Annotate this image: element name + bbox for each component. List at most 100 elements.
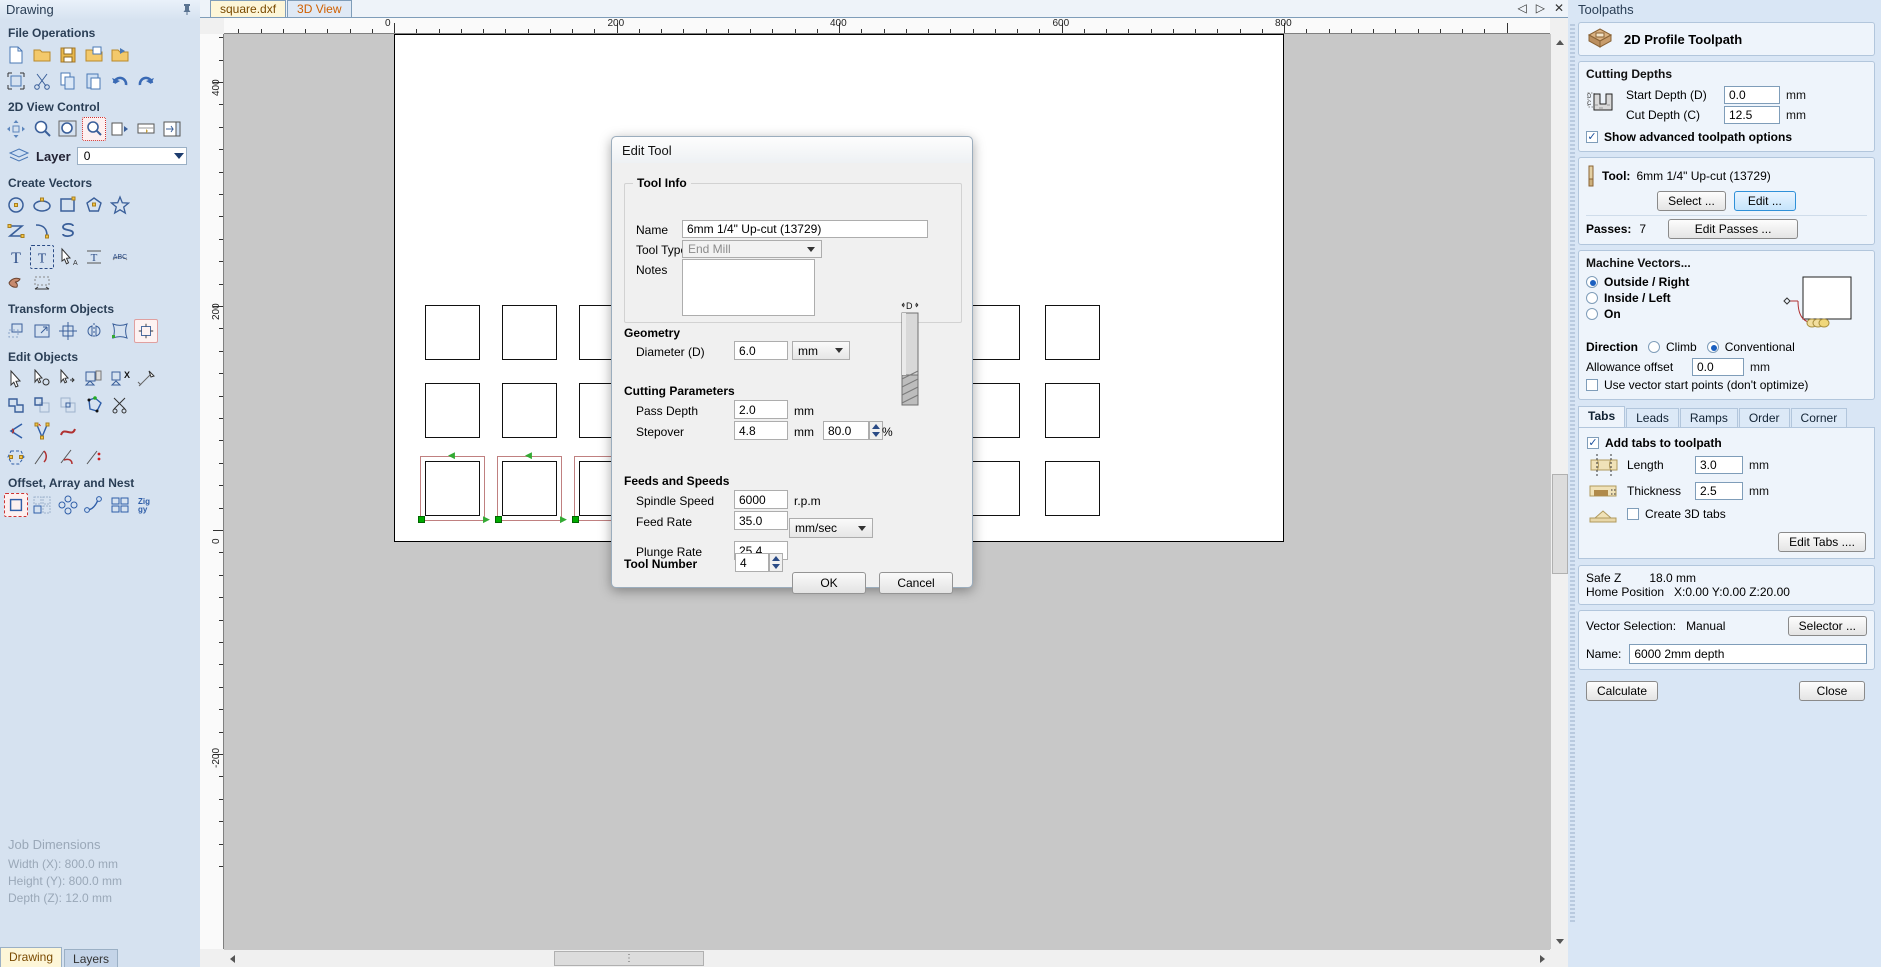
sidebar-tab-drawing[interactable]: Drawing: [0, 947, 63, 967]
machine-vectors-option-on[interactable]: On: [1586, 307, 1777, 321]
machine-vectors-option-outside[interactable]: Outside / Right: [1586, 275, 1777, 289]
tool-number-input[interactable]: 4: [735, 553, 769, 572]
pin-icon[interactable]: [182, 3, 192, 15]
new-file-icon[interactable]: [4, 43, 28, 67]
cut-depth-input[interactable]: 12.5: [1724, 106, 1780, 124]
text-icon[interactable]: T: [4, 245, 28, 269]
pan-icon[interactable]: [4, 117, 28, 141]
direction-conventional[interactable]: Conventional: [1706, 340, 1795, 354]
text-box-icon[interactable]: T: [30, 245, 54, 269]
machine-vectors-option-inside[interactable]: Inside / Left: [1586, 291, 1777, 305]
curve-icon[interactable]: [56, 219, 80, 243]
vector-square[interactable]: [502, 383, 557, 438]
zoom-fit-icon[interactable]: [134, 117, 158, 141]
distort-icon[interactable]: [108, 319, 132, 343]
add-tabs-checkbox[interactable]: [1587, 437, 1599, 449]
node-edit-icon[interactable]: [4, 367, 28, 391]
text-arc-icon[interactable]: ABC: [108, 245, 132, 269]
scale-icon[interactable]: [30, 319, 54, 343]
document-tab-square-dxf[interactable]: square.dxf: [210, 0, 287, 17]
radio-on[interactable]: [1586, 308, 1598, 320]
create-3d-tabs-checkbox[interactable]: [1627, 508, 1639, 520]
ok-button[interactable]: OK: [792, 572, 866, 594]
rotate-icon[interactable]: [56, 319, 80, 343]
curve-fit-icon[interactable]: [56, 445, 80, 469]
start-depth-input[interactable]: 0.0: [1724, 86, 1780, 104]
vertical-scrollbar[interactable]: [1550, 34, 1569, 949]
close-vector-icon[interactable]: X: [108, 367, 132, 391]
direction-climb[interactable]: Climb: [1648, 340, 1697, 354]
panel-grip[interactable]: [1570, 24, 1575, 924]
tab-corner[interactable]: Corner: [1790, 408, 1848, 427]
zoom-extents-icon[interactable]: [56, 117, 80, 141]
vertical-ruler[interactable]: 400 200 0 -200: [200, 34, 224, 949]
tab-prev-icon[interactable]: ◁: [1517, 1, 1526, 15]
align-icon[interactable]: [134, 319, 158, 343]
ellipse-icon[interactable]: [30, 193, 54, 217]
text-select-icon[interactable]: AB: [56, 245, 80, 269]
rate-unit-select[interactable]: mm/sec: [789, 518, 873, 538]
pass-depth-input[interactable]: 2.0: [734, 400, 788, 419]
horizontal-scroll-thumb[interactable]: ⋮: [554, 951, 704, 966]
trace-bitmap-icon[interactable]: [4, 271, 28, 295]
show-advanced-checkbox[interactable]: [1586, 131, 1598, 143]
stepover-percent-input[interactable]: 80.0: [823, 421, 869, 440]
copy-along-curve-icon[interactable]: [82, 493, 106, 517]
move-icon[interactable]: [4, 319, 28, 343]
scroll-left-button[interactable]: [224, 950, 240, 967]
sidebar-tab-layers[interactable]: Layers: [64, 949, 119, 967]
notes-textarea[interactable]: [682, 259, 815, 316]
chevron-down-icon[interactable]: [807, 246, 815, 252]
copy-icon[interactable]: [56, 69, 80, 93]
select-tool-button[interactable]: Select ...: [1657, 191, 1726, 211]
export-icon[interactable]: [108, 43, 132, 67]
tab-leads[interactable]: Leads: [1626, 408, 1679, 427]
dimension-icon[interactable]: [30, 271, 54, 295]
zoom-selected-icon[interactable]: [82, 117, 106, 141]
vector-square[interactable]: [1045, 383, 1100, 438]
nest-icon[interactable]: [108, 493, 132, 517]
chevron-down-icon[interactable]: [173, 153, 184, 159]
vector-square[interactable]: [425, 383, 480, 438]
cut-icon[interactable]: [30, 69, 54, 93]
tab-order[interactable]: Order: [1738, 408, 1790, 427]
radio-inside-left[interactable]: [1586, 292, 1598, 304]
offset-icon[interactable]: [4, 493, 28, 517]
star-icon[interactable]: [108, 193, 132, 217]
open-folder-icon[interactable]: [30, 43, 54, 67]
smooth-icon[interactable]: [56, 419, 80, 443]
tab-thickness-input[interactable]: 2.5: [1695, 482, 1743, 500]
vector-square[interactable]: [1045, 461, 1100, 516]
import-icon[interactable]: [82, 43, 106, 67]
tab-tabs[interactable]: Tabs: [1578, 406, 1626, 427]
stepper-down-icon[interactable]: [870, 431, 882, 440]
subtract-icon[interactable]: [30, 393, 54, 417]
start-points-checkbox[interactable]: [1586, 379, 1598, 391]
tab-length-input[interactable]: 3.0: [1695, 456, 1743, 474]
intersect-icon[interactable]: [56, 393, 80, 417]
text-on-curve-icon[interactable]: T: [82, 245, 106, 269]
chevron-down-icon[interactable]: [835, 348, 843, 353]
zigzag-icon[interactable]: Zig gy: [134, 493, 158, 517]
points-icon[interactable]: [82, 445, 106, 469]
circular-array-icon[interactable]: [56, 493, 80, 517]
cancel-button[interactable]: Cancel: [879, 572, 953, 594]
join-vectors-icon[interactable]: [82, 367, 106, 391]
horizontal-ruler[interactable]: 0 200 400 600 800: [224, 18, 1550, 34]
arc-icon[interactable]: [30, 219, 54, 243]
weld-icon[interactable]: [4, 393, 28, 417]
redo-icon[interactable]: [134, 69, 158, 93]
radio-outside-right[interactable]: [1586, 276, 1598, 288]
rectangle-icon[interactable]: [56, 193, 80, 217]
toggle-panel-icon[interactable]: [160, 117, 184, 141]
save-icon[interactable]: [56, 43, 80, 67]
spindle-speed-input[interactable]: 6000: [734, 490, 788, 509]
document-tab-3d-view[interactable]: 3D View: [287, 0, 352, 17]
zoom-page-icon[interactable]: [108, 117, 132, 141]
vector-square[interactable]: [965, 461, 1020, 516]
add-tabs-row[interactable]: Add tabs to toolpath: [1587, 436, 1866, 450]
trim-icon[interactable]: [108, 393, 132, 417]
edit-passes-button[interactable]: Edit Passes ...: [1668, 219, 1799, 239]
stepper-down-icon[interactable]: [770, 563, 782, 572]
radio-conventional[interactable]: [1706, 341, 1719, 353]
